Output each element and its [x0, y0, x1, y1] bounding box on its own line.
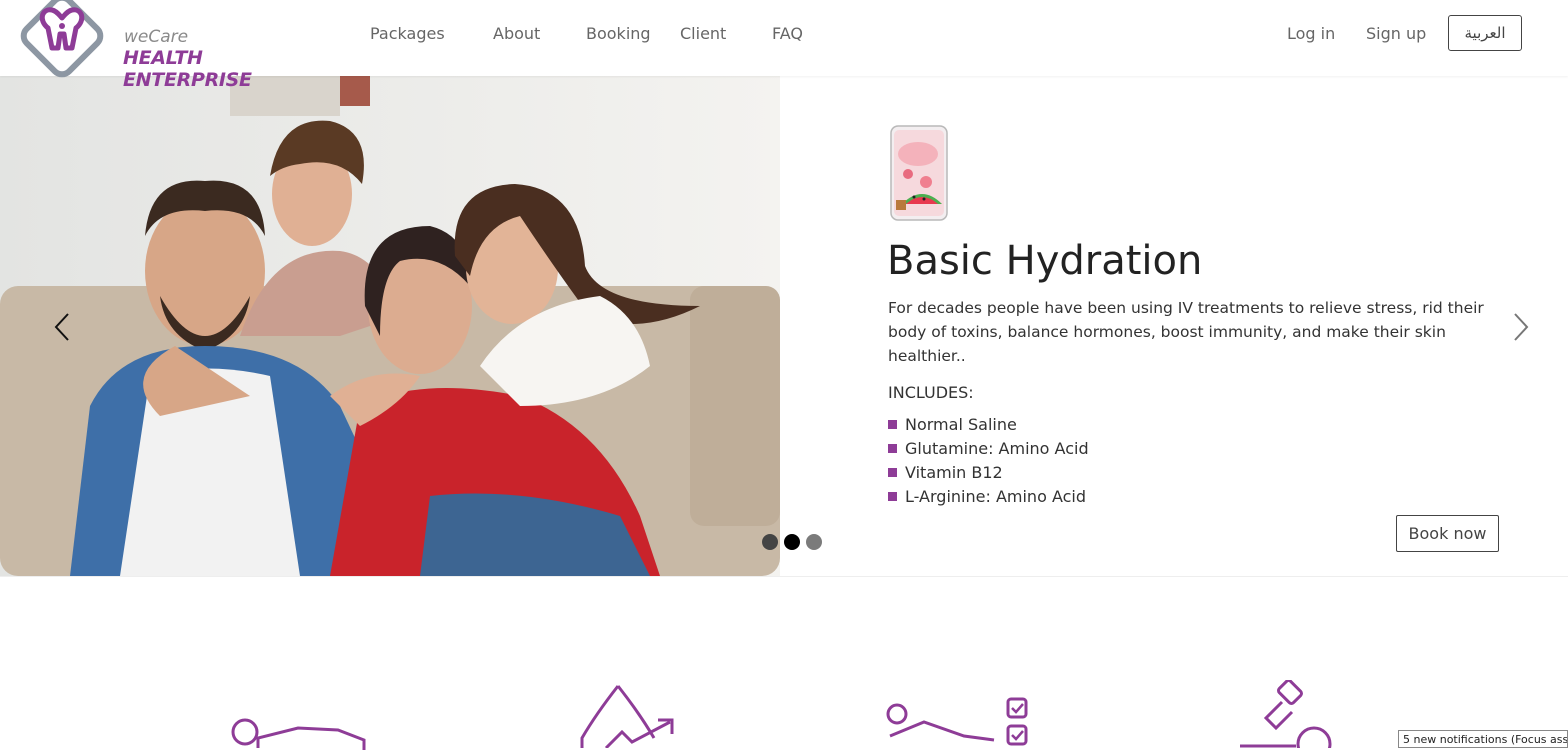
include-item-label: L-Arginine: Amino Acid — [905, 486, 1086, 506]
signup-link[interactable]: Sign up — [1366, 24, 1426, 43]
site-header: weCare HEALTH ENTERPRISE Packages About … — [0, 0, 1568, 91]
carousel-dot-2-active[interactable] — [784, 534, 800, 550]
book-now-button[interactable]: Book now — [1396, 515, 1499, 552]
include-item-label: Normal Saline — [905, 414, 1017, 434]
patient-checklist-icon — [884, 696, 1034, 752]
carousel-prev-button[interactable] — [48, 310, 78, 344]
logo-tagline: weCare — [124, 27, 189, 47]
list-item: Vitamin B12 — [888, 460, 1089, 484]
water-drop-growth-icon — [578, 684, 678, 752]
bullet-square-icon — [888, 419, 897, 429]
nav-booking[interactable]: Booking — [586, 24, 651, 43]
includes-list: Normal Saline Glutamine: Amino Acid Vita… — [888, 412, 1089, 508]
microscope-icon — [1236, 679, 1336, 754]
carousel-next-button[interactable] — [1505, 310, 1535, 344]
carousel-indicators — [762, 534, 822, 550]
list-item: L-Arginine: Amino Acid — [888, 484, 1089, 508]
iv-bag-product-image — [888, 124, 950, 222]
carousel-dot-1[interactable] — [762, 534, 778, 550]
include-item-label: Vitamin B12 — [905, 462, 1003, 482]
list-item: Glutamine: Amino Acid — [888, 436, 1089, 460]
list-item: Normal Saline — [888, 412, 1089, 436]
nav-about[interactable]: About — [493, 24, 540, 43]
nav-faq[interactable]: FAQ — [772, 24, 803, 43]
family-photo-illustration — [0, 76, 780, 576]
logo-brand-name: HEALTH ENTERPRISE — [123, 47, 252, 91]
package-description: For decades people have been using IV tr… — [888, 299, 1484, 365]
include-item-label: Glutamine: Amino Acid — [905, 438, 1089, 458]
chevron-left-icon — [54, 313, 69, 341]
login-link[interactable]: Log in — [1287, 24, 1335, 43]
iv-bag-icon — [890, 125, 948, 221]
bullet-square-icon — [888, 443, 897, 453]
bullet-square-icon — [888, 491, 897, 501]
nav-packages[interactable]: Packages — [370, 24, 445, 43]
bullet-square-icon — [888, 467, 897, 477]
includes-label: INCLUDES: — [888, 383, 974, 402]
language-toggle-button[interactable]: العربية — [1448, 15, 1522, 51]
logo-mark-icon — [20, 0, 104, 78]
hero-family-photo — [0, 76, 780, 576]
iv-drip-patient-icon — [228, 680, 368, 754]
carousel-dot-3[interactable] — [806, 534, 822, 550]
package-title: Basic Hydration — [887, 238, 1203, 284]
chevron-right-icon — [1514, 313, 1529, 341]
section-divider — [0, 576, 1568, 577]
nav-client[interactable]: Client — [680, 24, 726, 43]
system-notification-toast[interactable]: 5 new notifications (Focus assis — [1398, 730, 1568, 748]
brand-logo[interactable]: weCare HEALTH ENTERPRISE — [12, 0, 312, 91]
